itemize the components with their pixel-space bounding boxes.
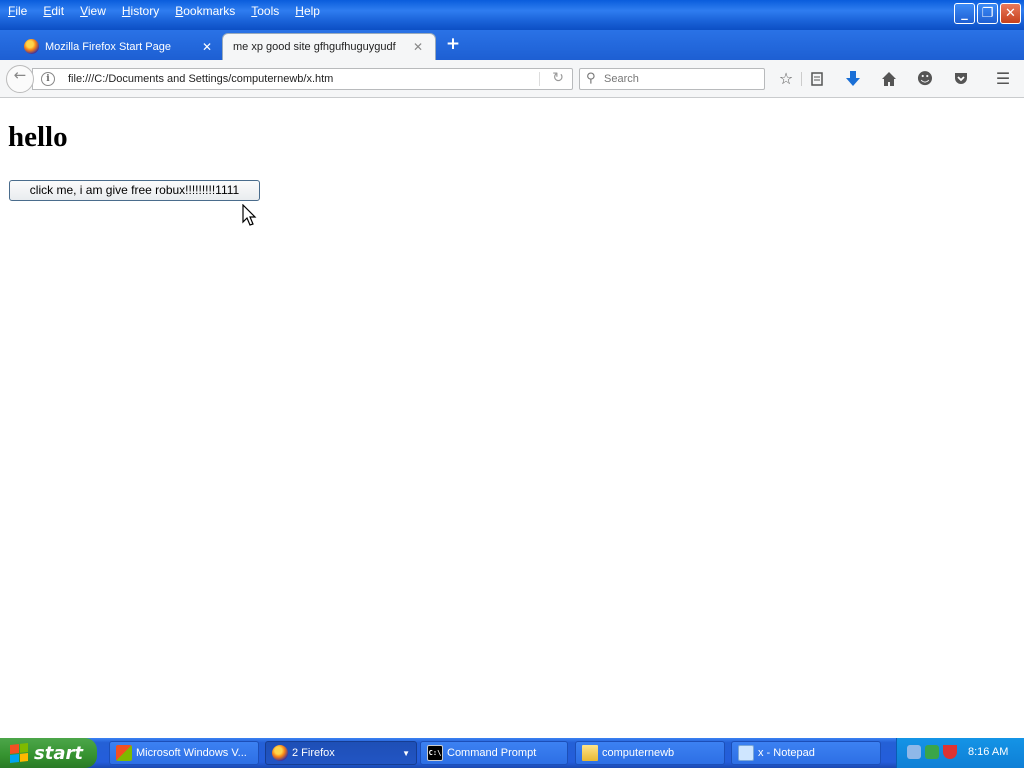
new-tab-button[interactable]: + [444,33,462,55]
hello-chat-icon[interactable]: ☻ [914,69,936,89]
search-icon: ⚲ [586,71,596,86]
url-text[interactable]: file:///C:/Documents and Settings/comput… [68,73,333,85]
free-robux-button[interactable]: click me, i am give free robux!!!!!!!!!1… [9,180,260,201]
home-icon[interactable] [878,69,900,89]
tab-close-icon[interactable]: ✕ [200,40,214,54]
info-icon[interactable]: i [41,72,55,86]
firefox-icon [272,745,288,761]
close-window-button[interactable]: ✕ [1000,3,1021,24]
tab-label: me xp good site gfhgufhuguygudf [233,41,396,53]
hamburger-menu-icon[interactable]: ☰ [992,69,1014,89]
page-content: hello click me, i am give free robux!!!!… [0,99,1024,737]
window-controls: _ ❐ ✕ [954,3,1021,24]
search-input[interactable] [604,71,759,87]
window-titlebar: File Edit View History Bookmarks Tools H… [0,0,1024,30]
task-label: x - Notepad [758,747,815,759]
url-divider [539,72,540,86]
menu-history[interactable]: History [114,3,167,19]
start-label: start [34,742,83,764]
task-label: computernewb [602,747,675,759]
task-command-prompt[interactable]: C:\ Command Prompt [420,741,568,765]
minimize-button[interactable]: _ [954,3,975,24]
chevron-down-icon: ▼ [402,748,410,758]
tab-label: Mozilla Firefox Start Page [45,40,171,53]
task-firefox-group[interactable]: 2 Firefox ▼ [265,741,417,765]
notepad-icon [738,745,754,761]
network-icon[interactable] [907,745,921,759]
taskbar: start Microsoft Windows V... 2 Firefox ▼… [0,738,1024,768]
tab-firefox-start-page[interactable]: Mozilla Firefox Start Page ✕ [14,33,224,60]
page-heading: hello [8,121,68,153]
system-tray: 8:16 AM [896,738,1024,768]
alert-shield-icon[interactable] [943,745,957,759]
windows-update-icon [116,745,132,761]
tab-strip: Mozilla Firefox Start Page ✕ me xp good … [0,30,1024,60]
task-microsoft-windows[interactable]: Microsoft Windows V... [109,741,259,765]
reading-list-icon[interactable] [806,69,828,89]
close-icon: ✕ [1005,6,1016,21]
restore-icon: ❐ [981,6,994,21]
windows-logo-icon [10,743,28,763]
task-label: Microsoft Windows V... [136,747,247,759]
clock: 8:16 AM [968,746,1009,758]
task-label: Command Prompt [447,747,537,759]
toolbar-divider [801,72,802,86]
menu-tools[interactable]: Tools [243,3,287,19]
back-arrow-icon: ← [13,66,27,84]
mouse-cursor-icon [242,204,257,226]
navigation-toolbar: i file:///C:/Documents and Settings/comp… [0,60,1024,98]
tab-current-page[interactable]: me xp good site gfhgufhuguygudf ✕ [222,33,436,60]
command-prompt-icon: C:\ [427,745,443,761]
start-button[interactable]: start [0,738,97,768]
menu-bar: File Edit View History Bookmarks Tools H… [0,3,328,19]
menu-edit[interactable]: Edit [35,3,72,19]
menu-bookmarks[interactable]: Bookmarks [167,3,243,19]
task-label: 2 Firefox [292,747,335,759]
security-shield-icon[interactable] [925,745,939,759]
back-button[interactable]: ← [6,65,34,93]
restore-button[interactable]: ❐ [977,3,998,24]
menu-view[interactable]: View [72,3,114,19]
menu-help[interactable]: Help [287,3,328,19]
search-bar[interactable]: ⚲ [579,68,765,90]
url-bar[interactable]: i file:///C:/Documents and Settings/comp… [32,68,573,90]
folder-icon [582,745,598,761]
pocket-icon[interactable] [950,69,972,89]
menu-file[interactable]: File [0,3,35,19]
bookmark-star-icon[interactable]: ☆ [775,69,797,89]
plus-icon: + [445,34,461,54]
minimize-icon: _ [961,6,968,21]
reload-icon[interactable]: ↻ [552,70,564,86]
task-computernewb-folder[interactable]: computernewb [575,741,725,765]
firefox-icon [24,39,39,54]
downloads-icon[interactable] [842,69,864,89]
tab-close-icon[interactable]: ✕ [411,40,425,54]
task-notepad[interactable]: x - Notepad [731,741,881,765]
